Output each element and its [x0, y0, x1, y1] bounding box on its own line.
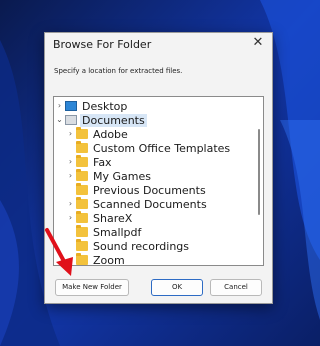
folder-icon — [76, 225, 88, 237]
tree-item-scanned-documents[interactable]: › Scanned Documents — [66, 197, 209, 211]
vertical-scrollbar[interactable] — [258, 129, 260, 215]
tree-item-desktop[interactable]: › Desktop — [55, 99, 129, 113]
desktop-icon — [65, 101, 77, 111]
chevron-right-icon[interactable]: › — [55, 99, 64, 113]
chevron-right-icon[interactable]: › — [66, 127, 75, 141]
folder-icon — [76, 169, 88, 181]
tree-item-label: Fax — [93, 155, 112, 169]
tree-item-label: ShareX — [93, 211, 133, 225]
tree-item-label: Custom Office Templates — [93, 141, 231, 155]
folder-icon — [76, 239, 88, 251]
tree-item-label: Sound recordings — [93, 239, 190, 253]
tree-item-my-games[interactable]: › My Games — [66, 169, 153, 183]
folder-icon — [76, 141, 88, 153]
tree-item-sharex[interactable]: › ShareX — [66, 211, 134, 225]
tree-item-label: Adobe — [93, 127, 128, 141]
chevron-down-icon[interactable]: ⌄ — [55, 113, 64, 127]
make-new-folder-button[interactable]: Make New Folder — [55, 279, 129, 296]
documents-icon — [65, 115, 77, 125]
folder-icon — [76, 127, 88, 139]
tree-item-fax[interactable]: › Fax — [66, 155, 114, 169]
tree-item-previous-documents[interactable]: Previous Documents — [66, 183, 208, 197]
tree-item-label: Smallpdf — [93, 225, 142, 239]
tree-item-label: Desktop — [82, 99, 128, 113]
dialog-title: Browse For Folder — [53, 38, 152, 51]
instruction-text: Specify a location for extracted files. — [54, 67, 183, 75]
tree-item-documents[interactable]: ⌄ Documents — [55, 113, 147, 127]
tree-item-zoom[interactable]: Zoom — [66, 253, 127, 266]
folder-icon — [76, 155, 88, 167]
chevron-placeholder — [66, 183, 75, 197]
chevron-right-icon[interactable]: › — [66, 169, 75, 183]
tree-item-custom-office-templates[interactable]: Custom Office Templates — [66, 141, 232, 155]
folder-icon — [76, 253, 88, 265]
close-icon[interactable]: ✕ — [251, 36, 265, 50]
folder-icon — [76, 211, 88, 223]
chevron-placeholder — [66, 141, 75, 155]
chevron-right-icon[interactable]: › — [66, 197, 75, 211]
cancel-button[interactable]: Cancel — [210, 279, 262, 296]
tree-item-sound-recordings[interactable]: Sound recordings — [66, 239, 191, 253]
folder-tree[interactable]: › Desktop ⌄ Documents › Adobe Custom Off… — [53, 96, 264, 266]
chevron-right-icon[interactable]: › — [66, 155, 75, 169]
folder-icon — [76, 197, 88, 209]
tree-item-smallpdf[interactable]: Smallpdf — [66, 225, 143, 239]
chevron-placeholder — [66, 253, 75, 265]
tree-item-adobe[interactable]: › Adobe — [66, 127, 130, 141]
tree-item-label: Scanned Documents — [93, 197, 207, 211]
tree-item-label: Zoom — [93, 253, 125, 266]
chevron-placeholder — [66, 225, 75, 239]
tree-item-label: My Games — [93, 169, 151, 183]
browse-for-folder-dialog: Browse For Folder ✕ Specify a location f… — [44, 32, 273, 304]
chevron-right-icon[interactable]: › — [66, 211, 75, 225]
folder-icon — [76, 183, 88, 195]
ok-button[interactable]: OK — [151, 279, 203, 296]
chevron-placeholder — [66, 239, 75, 253]
tree-item-label: Previous Documents — [93, 183, 206, 197]
tree-item-label: Documents — [80, 113, 147, 127]
